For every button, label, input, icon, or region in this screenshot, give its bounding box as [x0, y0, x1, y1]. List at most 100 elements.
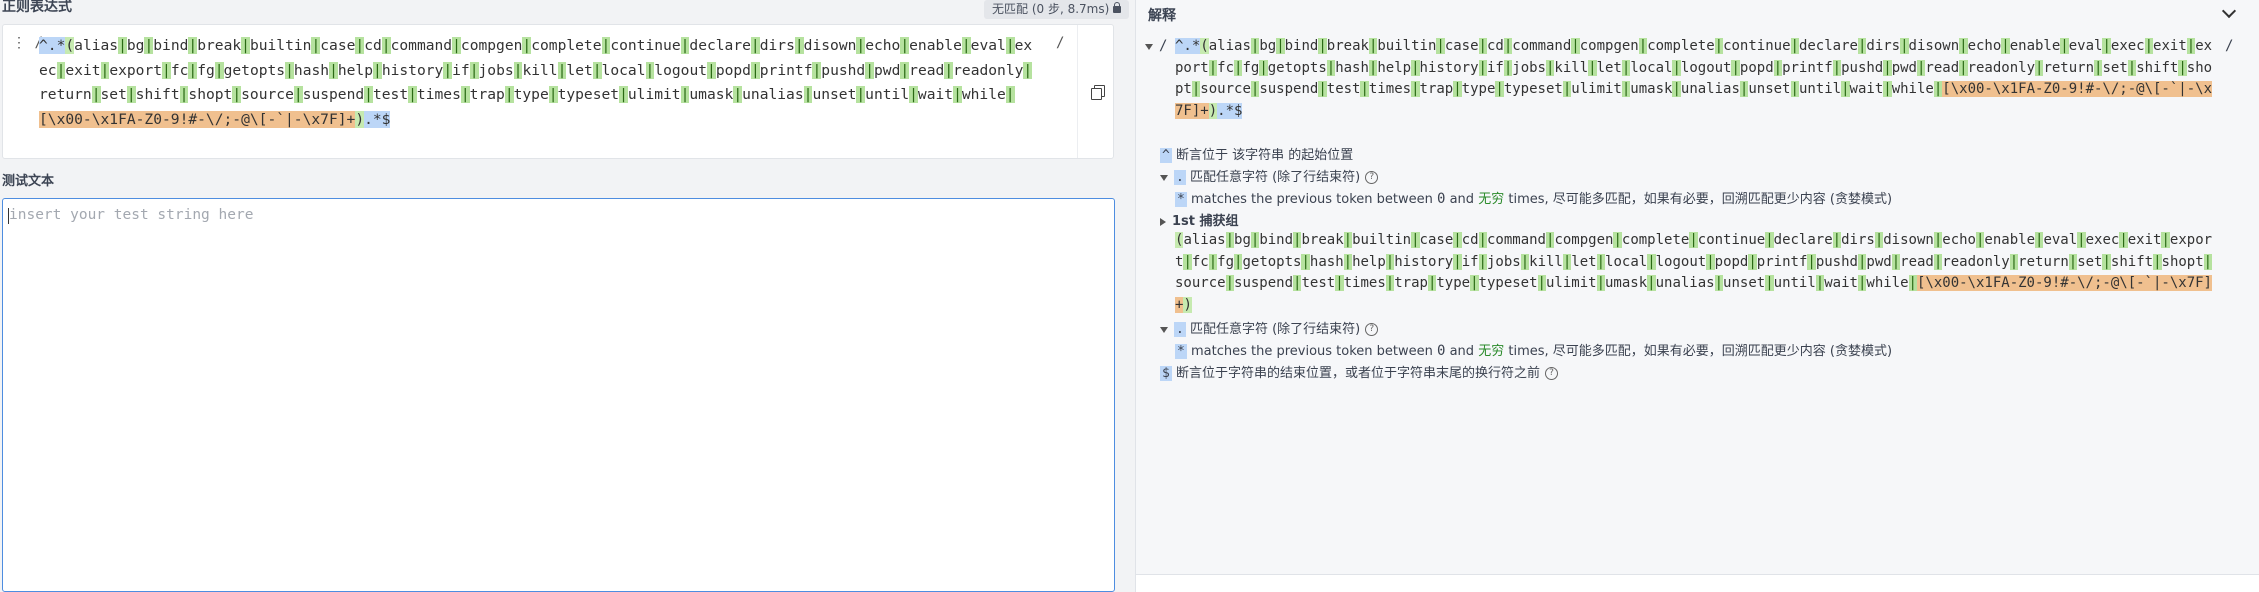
regex-delimiter-right: / [1056, 35, 1065, 51]
regex-alternative: disown [1883, 232, 1934, 248]
regex-alternation-pipe: | [1959, 38, 1968, 54]
regex-alternative: unalias [1680, 81, 1740, 97]
star2-desc-pre: matches the previous token between [1190, 344, 1433, 359]
regex-alternative: type [1461, 81, 1496, 97]
regex-input[interactable]: ^.*(alias|bg|bind|break|builtin|case|cd|… [39, 34, 1039, 132]
regex-alternation-pipe: | [961, 37, 971, 54]
regex-alternative: while [1866, 275, 1909, 291]
help-icon[interactable]: ? [1544, 367, 1558, 380]
regex-alternation-pipe: | [1731, 59, 1740, 76]
regex-alternation-pipe: | [1832, 232, 1842, 248]
regex-alternation-pipe: | [1908, 275, 1917, 291]
regex-alternative: kill [1529, 253, 1563, 270]
copy-icon[interactable] [1091, 85, 1105, 100]
regex-alternative: complete [531, 37, 602, 54]
regex-alternative: unset [1723, 275, 1766, 291]
dot-node[interactable]: . 匹配任意字符 (除了行结束符)? [1160, 166, 1379, 185]
regex-alternation-pipe: | [1326, 59, 1336, 76]
regex-alternation-pipe: | [865, 61, 875, 79]
regex-alternative: let [1571, 253, 1597, 270]
regex-alternative: readonly [1967, 59, 2036, 76]
regex-alternation-pipe: | [2077, 232, 2086, 248]
lock-icon [1113, 2, 1122, 13]
regex-alternative: source [1200, 81, 1251, 97]
regex-char-class: [\x00-\x1FA-Z0-9!#-\/;-@\[-`|-\x7F]+ [39, 110, 356, 128]
regex-alternative: return [2043, 59, 2095, 76]
regex-anchor-end: .*$ [364, 110, 391, 128]
collapse-icon[interactable] [1160, 174, 1168, 181]
regex-alternation-pipe: | [1343, 253, 1353, 270]
regex-alternative: trap [1394, 275, 1428, 291]
star2-and: and [1449, 344, 1475, 359]
caret-desc: 断言位于 该字符串 的起始位置 [1175, 148, 1354, 163]
regex-alternation-pipe: | [1900, 38, 1909, 54]
regex-group-open: ( [65, 37, 75, 54]
regex-alternative: if [452, 61, 470, 79]
regex-alternative: shift [2136, 59, 2179, 76]
regex-alternation-pipe: | [909, 86, 918, 103]
regex-group-close: ) [1208, 102, 1218, 119]
regex-alternative: case [1419, 232, 1454, 248]
regex-alternative: unset [1748, 81, 1791, 97]
regex-alternation-pipe: | [1411, 59, 1420, 76]
regex-alternation-pipe: | [1318, 81, 1327, 97]
help-icon[interactable]: ? [1365, 323, 1379, 336]
regex-alternation-pipe: | [1453, 81, 1462, 97]
group-node[interactable]: 1st 捕获组 [1160, 210, 1239, 229]
regex-alternative: enable [909, 37, 962, 54]
star2-inf: 无穷 [1478, 344, 1505, 359]
chevron-down-icon[interactable] [2221, 3, 2237, 19]
test-string-input[interactable]: insert your test string here [2, 198, 1115, 592]
regex-alternative: help [1352, 253, 1386, 270]
regex-alternation-pipe: | [1453, 232, 1462, 248]
help-icon[interactable]: ? [1365, 171, 1379, 184]
caret-node[interactable]: ^ 断言位于 该字符串 的起始位置 [1160, 144, 1353, 163]
regex-alternative: echo [1942, 232, 1976, 248]
regex-alternative: times [416, 86, 461, 103]
dollar-node[interactable]: $ 断言位于字符串的结束位置，或者位于字符串末尾的换行符之前? [1160, 362, 1558, 381]
collapse-icon[interactable] [1160, 326, 1168, 333]
regex-alternation-pipe: | [953, 86, 962, 103]
regex-alternation-pipe: | [1537, 275, 1546, 291]
regex-alternation-pipe: | [2060, 38, 2069, 54]
explanation-delimiter-right: / [2225, 38, 2234, 54]
regex-alternative: ulimit [1545, 275, 1597, 291]
regex-alternation-pipe: | [1335, 275, 1344, 291]
regex-alternative: kill [1554, 59, 1589, 76]
caret-token: ^ [1160, 148, 1172, 163]
regex-alternative: jobs [478, 61, 514, 79]
regex-alternation-pipe: | [856, 37, 866, 54]
regex-alternative: exit [65, 61, 101, 79]
regex-alternative: disown [1908, 38, 1960, 54]
regex-editor[interactable]: ⋮ / ^.*(alias|bg|bind|break|builtin|case… [2, 24, 1114, 159]
tree-root[interactable]: / [1145, 38, 1167, 54]
regex-alternation-pipe: | [381, 37, 391, 54]
collapse-icon[interactable] [1145, 43, 1153, 50]
regex-alternation-pipe: | [1343, 232, 1353, 248]
star-token: * [1175, 192, 1187, 207]
regex-alternative: kill [522, 61, 558, 79]
regex-alternative: umask [1605, 275, 1648, 291]
regex-alternation-pipe: | [1832, 59, 1842, 76]
regex-alternation-pipe: | [373, 61, 382, 79]
regex-alternative: compgen [1554, 232, 1614, 248]
regex-alternative: getopts [1242, 253, 1302, 270]
regex-alternative: hash [293, 61, 330, 79]
regex-alternative: complete [1647, 38, 1715, 54]
regex-alternative: history [1419, 59, 1479, 76]
regex-alternation-pipe: | [504, 86, 514, 103]
regex-alternative: unalias [742, 86, 804, 103]
regex-alternative: shopt [2161, 253, 2204, 270]
regex-alternative: typeset [1503, 81, 1563, 97]
regex-alternation-pipe: | [1807, 253, 1816, 270]
regex-alternative: popd [1714, 253, 1749, 270]
star-zero: 0 [1437, 191, 1446, 207]
regex-alternation-pipe: | [1790, 38, 1799, 54]
regex-title: 正则表达式 [2, 0, 72, 15]
regex-alternative: source [1175, 275, 1226, 291]
dot2-node[interactable]: . 匹配任意字符 (除了行结束符)? [1160, 318, 1379, 337]
regex-alternative: shift [135, 86, 180, 103]
regex-alternation-pipe: | [1613, 232, 1622, 248]
regex-alternation-pipe: | [1453, 253, 1462, 270]
expand-icon[interactable] [1160, 217, 1166, 226]
